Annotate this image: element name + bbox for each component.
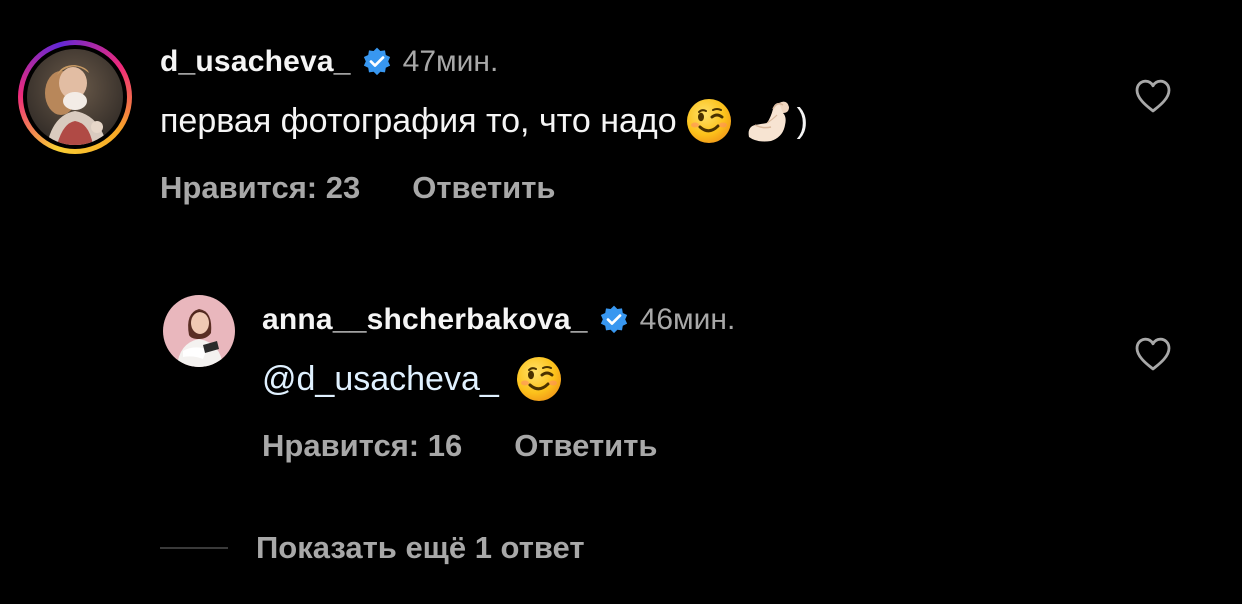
winking-face-icon	[685, 97, 733, 145]
avatar[interactable]	[163, 295, 235, 367]
pinching-hand-icon	[743, 97, 793, 145]
avatar[interactable]	[27, 49, 123, 145]
comment-timestamp: 46мин.	[639, 303, 736, 336]
winking-face-icon	[515, 355, 563, 403]
comment-username[interactable]: anna__shcherbakova_	[262, 303, 588, 337]
comment-username[interactable]: d_usacheva_	[160, 45, 351, 79]
avatar-photo	[163, 295, 235, 367]
divider-line	[160, 547, 228, 549]
reply-button[interactable]: Ответить	[412, 170, 555, 206]
comment-text: первая фотография то, что надо	[160, 101, 677, 140]
comment-timestamp: 47мин.	[402, 45, 499, 78]
heart-outline-icon[interactable]	[1134, 336, 1172, 372]
likes-count[interactable]: Нравится: 16	[262, 428, 462, 464]
comment-text-tail: )	[796, 101, 808, 140]
verified-badge-icon	[598, 304, 630, 336]
verified-badge-icon	[361, 46, 393, 78]
likes-count[interactable]: Нравится: 23	[160, 170, 360, 206]
reply-button[interactable]: Ответить	[514, 428, 657, 464]
heart-outline-icon[interactable]	[1134, 78, 1172, 114]
show-more-replies-button[interactable]: Показать ещё 1 ответ	[160, 530, 585, 566]
mention-link[interactable]: @d_usacheva_	[262, 360, 499, 399]
avatar-photo	[27, 49, 123, 145]
show-more-replies-label: Показать ещё 1 ответ	[256, 530, 585, 565]
